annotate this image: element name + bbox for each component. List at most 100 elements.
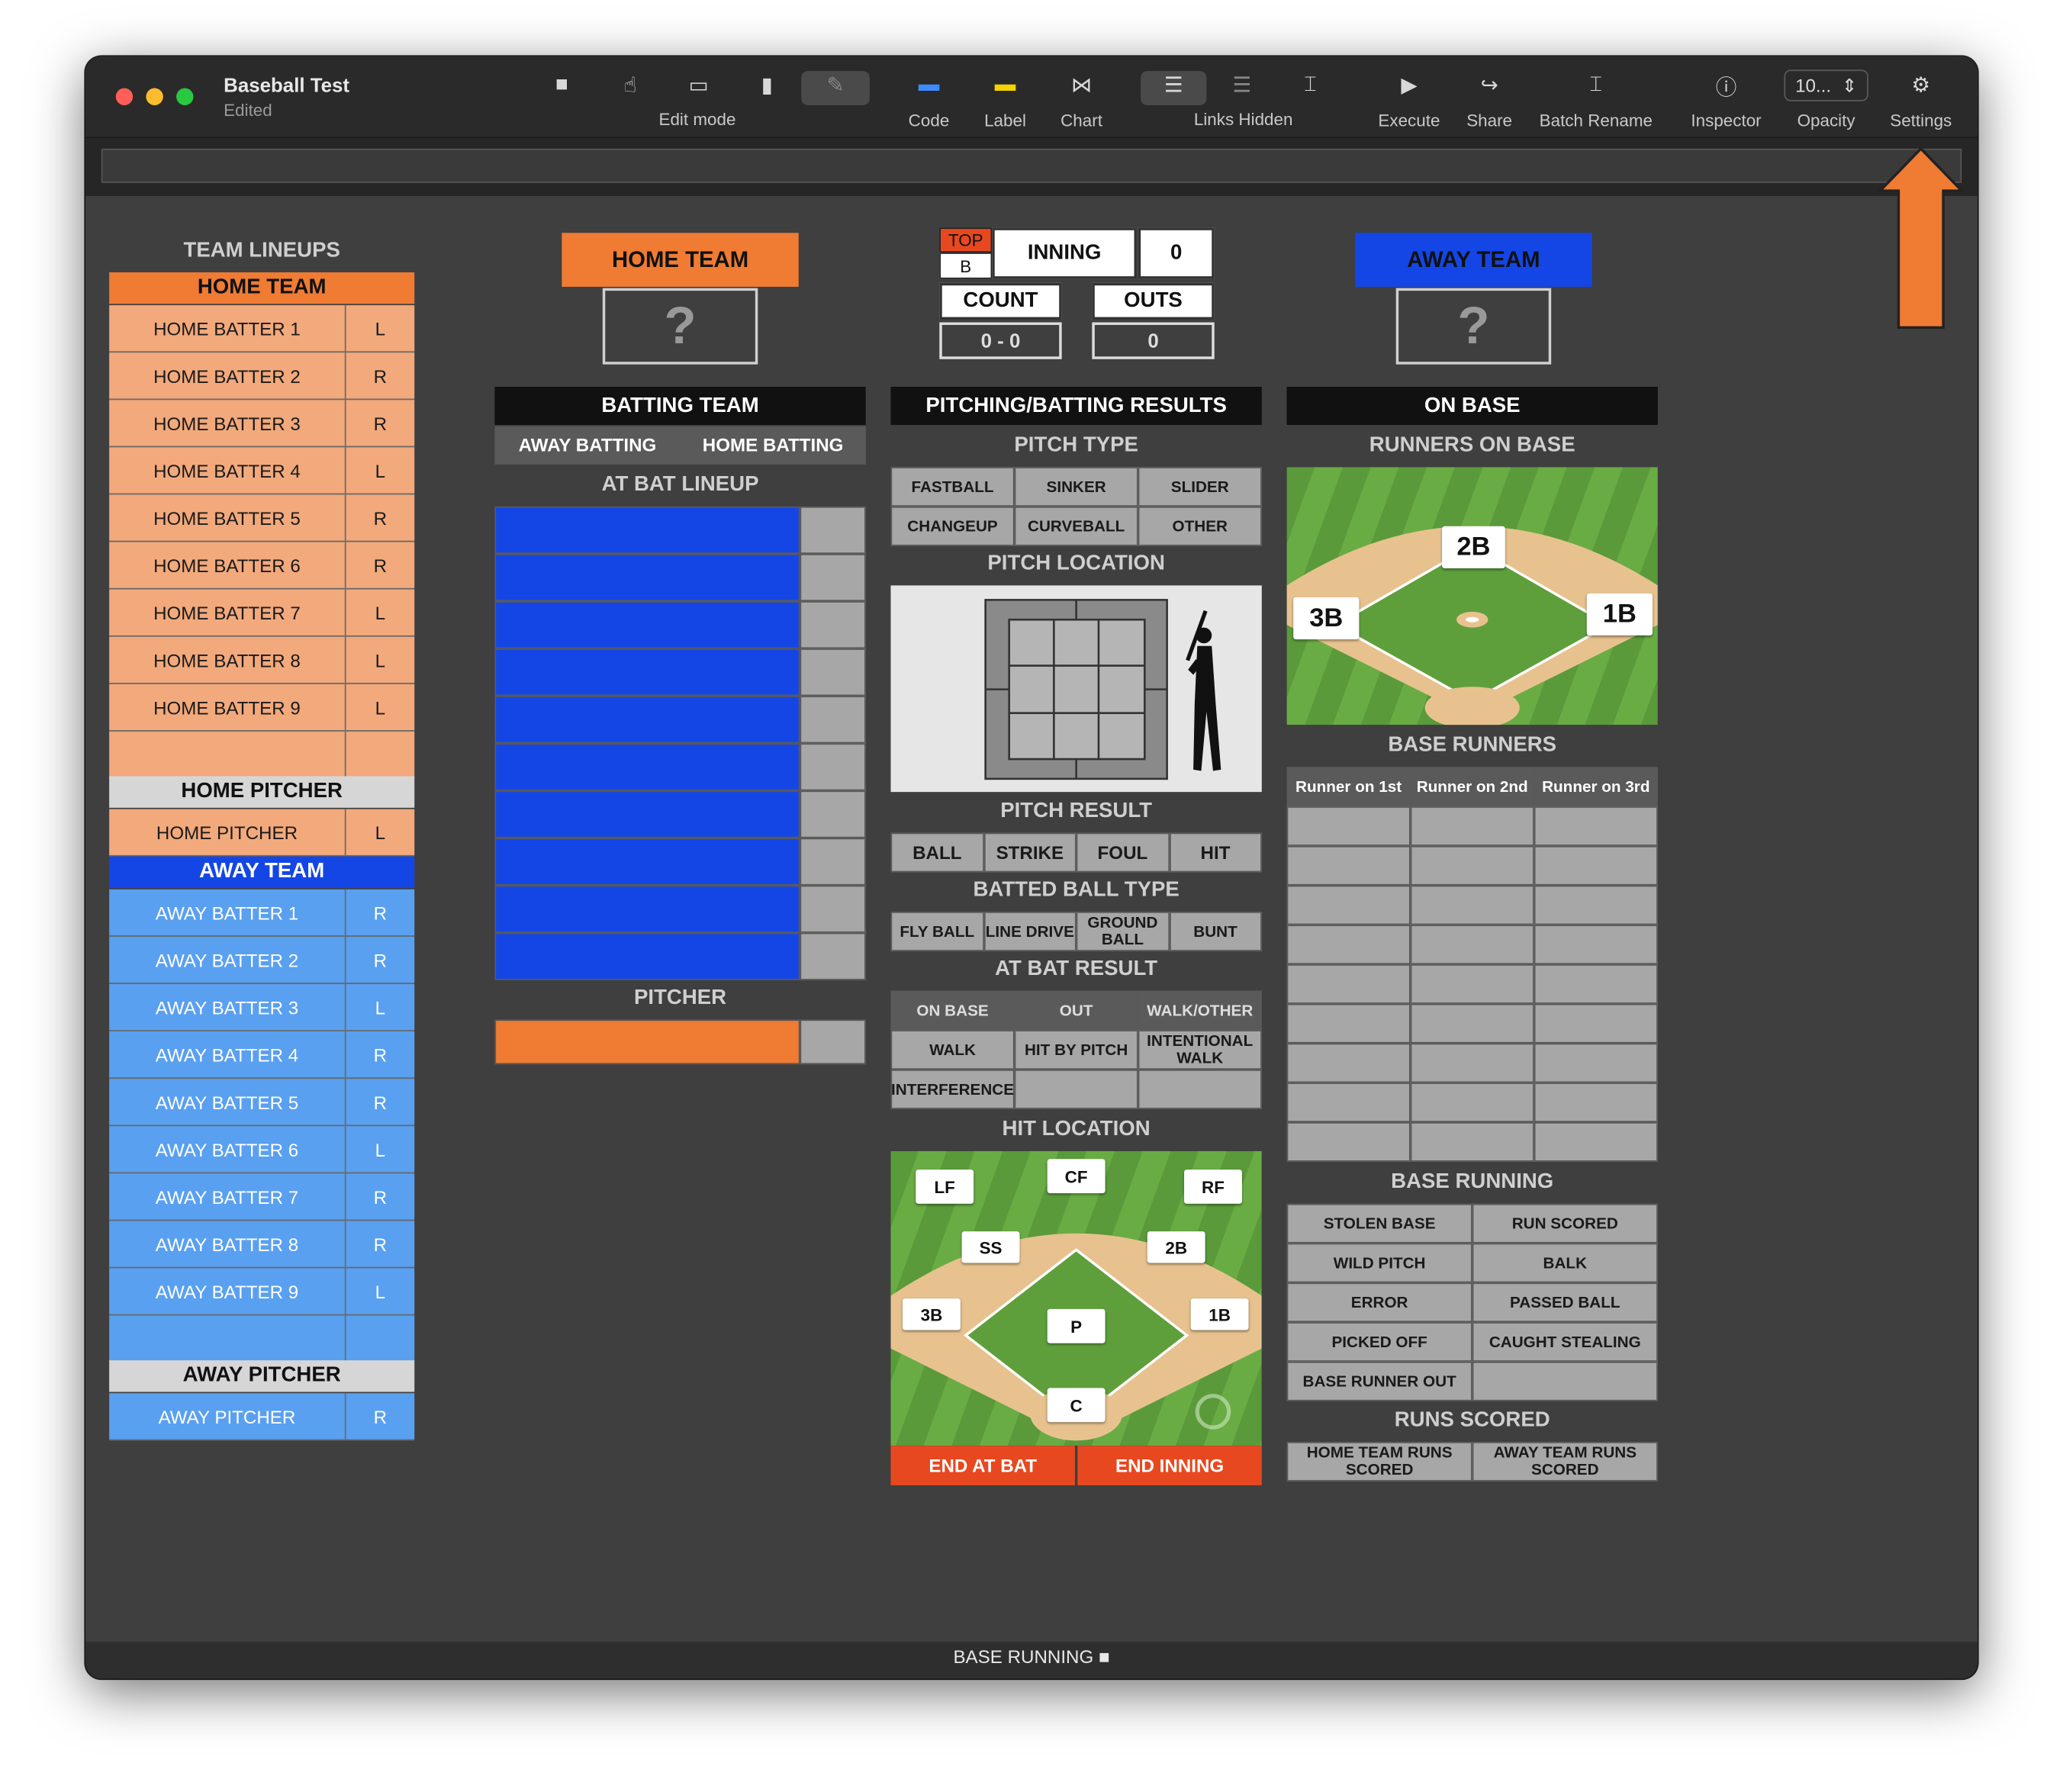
end-inning-button[interactable]: END INNING: [1077, 1446, 1262, 1485]
code-button[interactable]: ▬ Code: [899, 67, 959, 130]
at-bat-result-button[interactable]: [1138, 1070, 1262, 1109]
chart-button[interactable]: ⋈ Chart: [1051, 67, 1112, 130]
at-bat-hand-slot[interactable]: [800, 696, 866, 744]
base-running-button[interactable]: STOLEN BASE: [1286, 1203, 1472, 1243]
hit-position-c[interactable]: C: [1047, 1388, 1106, 1423]
runs-scored-button[interactable]: HOME TEAM RUNS SCORED: [1286, 1442, 1472, 1482]
hit-position-lf[interactable]: LF: [916, 1169, 974, 1204]
form-button[interactable]: ▭: [683, 67, 714, 104]
at-bat-result-button[interactable]: HIT BY PITCH: [1014, 1030, 1138, 1070]
pitch-type-button[interactable]: OTHER: [1138, 506, 1262, 546]
pitch-result-button[interactable]: BALL: [890, 832, 984, 873]
at-bat-name-slot[interactable]: [494, 601, 800, 649]
runner-cell[interactable]: [1534, 1121, 1658, 1162]
pitcher-name-slot[interactable]: [494, 1019, 800, 1065]
hit-position-second[interactable]: 2B: [1147, 1231, 1205, 1263]
runs-scored-button[interactable]: AWAY TEAM RUNS SCORED: [1472, 1442, 1658, 1482]
at-bat-result-button[interactable]: WALK/OTHER: [1138, 990, 1262, 1031]
runner-cell[interactable]: [1286, 925, 1411, 965]
runner-cell[interactable]: [1286, 1003, 1411, 1044]
pitch-type-button[interactable]: SINKER: [1014, 467, 1138, 507]
top-half-toggle[interactable]: TOP: [939, 227, 993, 253]
runner-cell[interactable]: [1534, 806, 1658, 846]
runner-cell[interactable]: [1534, 1003, 1658, 1044]
runner-cell[interactable]: [1534, 845, 1658, 886]
at-bat-hand-slot[interactable]: [800, 506, 866, 555]
runner-cell[interactable]: [1410, 1121, 1534, 1162]
pitch-result-button[interactable]: FOUL: [1076, 832, 1170, 873]
at-bat-hand-slot[interactable]: [800, 790, 866, 838]
home-batter-row[interactable]: HOME BATTER 7L: [109, 589, 415, 637]
away-batter-row[interactable]: AWAY BATTER 7R: [109, 1173, 415, 1221]
at-bat-hand-slot[interactable]: [800, 885, 866, 933]
batted-ball-button[interactable]: GROUND BALL: [1076, 912, 1170, 951]
outs-value[interactable]: 0: [1092, 322, 1215, 359]
links-shown-button[interactable]: ⌶: [1295, 67, 1326, 104]
away-batter-row[interactable]: AWAY BATTER 2R: [109, 936, 415, 984]
at-bat-name-slot[interactable]: [494, 506, 800, 555]
pitch-result-button[interactable]: HIT: [1169, 832, 1262, 873]
hit-position-third[interactable]: 3B: [903, 1298, 961, 1330]
runner-cell[interactable]: [1534, 885, 1658, 925]
at-bat-hand-slot[interactable]: [800, 932, 866, 980]
at-bat-name-slot[interactable]: [494, 743, 800, 791]
home-batting-tab[interactable]: HOME BATTING: [680, 426, 866, 465]
base-running-button[interactable]: WILD PITCH: [1286, 1243, 1472, 1283]
away-batter-row[interactable]: AWAY BATTER 5R: [109, 1079, 415, 1127]
pitch-type-button[interactable]: CHANGEUP: [890, 506, 1015, 546]
inning-value[interactable]: 0: [1138, 227, 1215, 279]
base-label-second[interactable]: 2B: [1442, 526, 1505, 568]
home-batter-row[interactable]: HOME BATTER 9L: [109, 684, 415, 732]
base-running-button[interactable]: RUN SCORED: [1472, 1203, 1658, 1243]
batch-rename-button[interactable]: ⌶ Batch Rename: [1535, 67, 1656, 130]
runner-cell[interactable]: [1286, 964, 1411, 1004]
at-bat-result-button[interactable]: INTERFERENCE: [890, 1070, 1015, 1109]
pitch-type-button[interactable]: SLIDER: [1138, 467, 1262, 507]
share-button[interactable]: ↪ Share: [1459, 67, 1519, 130]
at-bat-name-slot[interactable]: [494, 648, 800, 697]
at-bat-name-slot[interactable]: [494, 790, 800, 838]
settings-button[interactable]: ⚙ Settings: [1883, 67, 1959, 130]
pitch-result-button[interactable]: STRIKE: [983, 832, 1077, 873]
at-bat-name-slot[interactable]: [494, 554, 800, 602]
away-batter-row[interactable]: [109, 1315, 415, 1363]
runner-cell[interactable]: [1410, 845, 1534, 886]
at-bat-hand-slot[interactable]: [800, 554, 866, 602]
at-bat-name-slot[interactable]: [494, 932, 800, 980]
home-pitcher-row[interactable]: HOME PITCHER L: [109, 809, 415, 857]
base-label-third[interactable]: 3B: [1293, 597, 1360, 640]
base-running-button[interactable]: CAUGHT STEALING: [1472, 1322, 1658, 1362]
count-value[interactable]: 0 - 0: [939, 322, 1062, 359]
runner-cell[interactable]: [1410, 1043, 1534, 1083]
opacity-stepper[interactable]: 10... ⇕: [1784, 69, 1868, 101]
runner-cell[interactable]: [1534, 1043, 1658, 1083]
at-bat-result-button[interactable]: [1014, 1070, 1138, 1109]
hit-position-cf[interactable]: CF: [1047, 1159, 1106, 1194]
end-at-bat-button[interactable]: END AT BAT: [890, 1446, 1075, 1485]
at-bat-name-slot[interactable]: [494, 885, 800, 933]
runner-cell[interactable]: [1410, 806, 1534, 846]
base-running-button[interactable]: BASE RUNNER OUT: [1286, 1361, 1472, 1401]
runner-cell[interactable]: [1534, 925, 1658, 965]
pointer-button[interactable]: ☝: [614, 67, 645, 104]
home-batter-row[interactable]: HOME BATTER 3R: [109, 400, 415, 448]
at-bat-result-button[interactable]: INTENTIONAL WALK: [1138, 1030, 1262, 1070]
opacity-control[interactable]: 10... ⇕ Opacity: [1783, 67, 1870, 130]
bottom-half-toggle[interactable]: B: [939, 253, 993, 279]
runner-cell[interactable]: [1410, 1083, 1534, 1122]
base-running-button[interactable]: [1472, 1361, 1658, 1401]
hit-position-first[interactable]: 1B: [1190, 1298, 1249, 1330]
home-batter-row[interactable]: HOME BATTER 6R: [109, 542, 415, 590]
runner-cell[interactable]: [1410, 1003, 1534, 1044]
at-bat-name-slot[interactable]: [494, 838, 800, 886]
runner-cell[interactable]: [1286, 845, 1411, 886]
pitch-type-button[interactable]: FASTBALL: [890, 467, 1015, 507]
runner-cell[interactable]: [1534, 1083, 1658, 1122]
runner-cell[interactable]: [1286, 1121, 1411, 1162]
base-running-button[interactable]: PICKED OFF: [1286, 1322, 1472, 1362]
away-batter-row[interactable]: AWAY BATTER 4R: [109, 1031, 415, 1079]
zoom-window-button[interactable]: [176, 88, 194, 105]
base-running-button[interactable]: BALK: [1472, 1243, 1658, 1283]
label-button[interactable]: ▬ Label: [975, 67, 1035, 130]
runner-cell[interactable]: [1286, 806, 1411, 846]
